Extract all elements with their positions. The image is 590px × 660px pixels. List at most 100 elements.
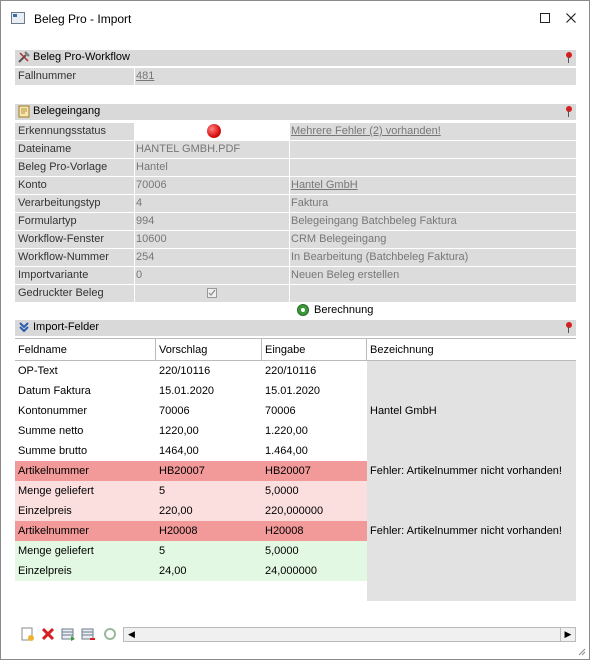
- cell-vorschlag: 70006: [159, 405, 190, 417]
- cell-feldname: Summe netto: [18, 425, 84, 437]
- workflow-section-header[interactable]: Beleg Pro-Workflow: [15, 50, 576, 66]
- cell-eingabe[interactable]: 24,000000: [265, 565, 317, 577]
- beleg-row-value2: Belegeingang Batchbeleg Faktura: [291, 215, 457, 227]
- beleg-row-label: Formulartyp: [18, 215, 77, 227]
- close-button[interactable]: [560, 8, 582, 30]
- gedruckter-beleg-checkbox[interactable]: [207, 288, 217, 298]
- import-window: Beleg Pro - Import Beleg Pro-Workflow Fa…: [0, 0, 590, 660]
- horizontal-scrollbar[interactable]: ◀ ▶: [123, 627, 576, 642]
- cell-eingabe[interactable]: H20008: [265, 525, 304, 537]
- tools-icon: [18, 51, 30, 63]
- beleg-row: Verarbeitungstyp 4 Faktura: [15, 195, 576, 212]
- table-row[interactable]: Einzelpreis 220,00 220,000000: [15, 501, 367, 521]
- title-bar: Beleg Pro - Import: [1, 1, 589, 37]
- fallnummer-link[interactable]: 481: [136, 70, 154, 82]
- belegeingang-section-title: Belegeingang: [33, 105, 101, 117]
- window-title: Beleg Pro - Import: [34, 12, 132, 26]
- collapse-chevron-icon: [19, 322, 29, 333]
- cell-vorschlag: 1464,00: [159, 445, 199, 457]
- import-felder-section-header[interactable]: Import-Felder: [15, 320, 576, 336]
- cell-feldname: Kontonummer: [18, 405, 88, 417]
- cell-eingabe[interactable]: 70006: [265, 405, 296, 417]
- beleg-row-value: 10600: [136, 233, 167, 245]
- pin-icon[interactable]: [564, 106, 572, 117]
- beleg-row: Erkennungsstatus Mehrere Fehler (2) vorha…: [15, 123, 576, 140]
- cell-feldname: Datum Faktura: [18, 385, 91, 397]
- beleg-row: Importvariante 0 Neuen Beleg erstellen: [15, 267, 576, 284]
- cell-feldname: Einzelpreis: [18, 505, 72, 517]
- beleg-row: Konto 70006 Hantel GmbH: [15, 177, 576, 194]
- maximize-icon: [540, 13, 550, 23]
- cell-vorschlag: 220/10116: [159, 365, 211, 377]
- table-row[interactable]: Menge geliefert 5 5,0000: [15, 481, 367, 501]
- beleg-row: Beleg Pro-Vorlage Hantel: [15, 159, 576, 176]
- cell-vorschlag: H20008: [159, 525, 198, 537]
- cell-bezeichnung: Hantel GmbH: [370, 405, 437, 417]
- cell-eingabe[interactable]: 1.464,00: [265, 445, 308, 457]
- calculate-icon: [297, 304, 309, 316]
- bezeichnung-column-bg: [367, 361, 576, 601]
- column-header-bezeichnung[interactable]: Bezeichnung: [370, 344, 434, 356]
- app-icon: [11, 12, 25, 24]
- beleg-row-label: Verarbeitungstyp: [18, 197, 101, 209]
- beleg-row-value: Hantel: [136, 161, 168, 173]
- import-felder-grid: Feldname Vorschlag Eingabe Bezeichnung O…: [15, 338, 576, 601]
- table-row[interactable]: Summe brutto 1464,00 1.464,00: [15, 441, 367, 461]
- table-row[interactable]: Summe netto 1220,00 1.220,00: [15, 421, 367, 441]
- fallnummer-label: Fallnummer: [18, 70, 77, 82]
- cell-vorschlag: 5: [159, 545, 166, 557]
- cell-bezeichnung: Fehler: Artikelnummer nicht vorhanden!: [370, 525, 562, 537]
- column-header-feldname[interactable]: Feldname: [18, 344, 67, 356]
- cell-eingabe[interactable]: 220/10116: [265, 365, 316, 377]
- beleg-row-value: 70006: [136, 179, 167, 191]
- beleg-row-value: 994: [136, 215, 155, 227]
- column-header-eingabe[interactable]: Eingabe: [265, 344, 305, 356]
- table-row[interactable]: Artikelnummer H20008 H20008: [15, 521, 367, 541]
- maximize-button[interactable]: [534, 8, 556, 30]
- cell-feldname: Artikelnummer: [18, 465, 89, 477]
- berechnung-label: Berechnung: [314, 304, 374, 316]
- cell-feldname: Einzelpreis: [18, 565, 72, 577]
- pin-icon[interactable]: [564, 322, 572, 333]
- table-row[interactable]: Menge geliefert 5 5,0000: [15, 541, 367, 561]
- refresh-icon[interactable]: [102, 626, 118, 642]
- table-row[interactable]: Artikelnummer HB20007 HB20007: [15, 461, 367, 481]
- beleg-row-value: HANTEL GMBH.PDF: [136, 143, 241, 155]
- status-error-icon: [207, 124, 221, 138]
- table-row[interactable]: Einzelpreis 24,00 24,000000: [15, 561, 367, 581]
- beleg-row-link[interactable]: Mehrere Fehler (2) vorhanden!: [291, 125, 441, 137]
- cell-vorschlag: 1220,00: [159, 425, 199, 437]
- import-felder-section-title: Import-Felder: [33, 321, 100, 333]
- pin-icon[interactable]: [564, 52, 572, 63]
- beleg-row-link[interactable]: Hantel GmbH: [291, 179, 358, 191]
- beleg-row-label: Konto: [18, 179, 47, 191]
- cell-feldname: Menge geliefert: [18, 545, 94, 557]
- close-icon: [566, 13, 576, 23]
- beleg-row-value: 4: [136, 197, 143, 209]
- new-row-icon[interactable]: [19, 626, 35, 642]
- belegeingang-section-header[interactable]: Belegeingang: [15, 104, 576, 120]
- beleg-row: Workflow-Nummer 254 In Bearbeitung (Batchb…: [15, 249, 576, 266]
- cell-feldname: Menge geliefert: [18, 485, 94, 497]
- cell-eingabe[interactable]: 220,000000: [265, 505, 323, 517]
- beleg-row-value: 0: [136, 269, 143, 281]
- table-row[interactable]: OP-Text 220/10116 220/10116: [15, 361, 367, 381]
- cell-eingabe[interactable]: 5,0000: [265, 485, 299, 497]
- table-row[interactable]: Kontonummer 70006 70006: [15, 401, 367, 421]
- cell-vorschlag: 220,00: [159, 505, 193, 517]
- column-header-vorschlag[interactable]: Vorschlag: [159, 344, 207, 356]
- resize-grip-icon[interactable]: [576, 646, 586, 656]
- beleg-row: Dateiname HANTEL GMBH.PDF: [15, 141, 576, 158]
- insert-row-icon[interactable]: [60, 626, 76, 642]
- scroll-left-icon[interactable]: ◀: [124, 628, 139, 641]
- cell-eingabe[interactable]: 5,0000: [265, 545, 299, 557]
- beleg-row-value2: In Bearbeitung (Batchbeleg Faktura): [291, 251, 469, 263]
- cell-eingabe[interactable]: 15.01.2020: [265, 385, 320, 397]
- cell-feldname: Summe brutto: [18, 445, 88, 457]
- cell-eingabe[interactable]: HB20007: [265, 465, 311, 477]
- remove-row-icon[interactable]: [80, 626, 96, 642]
- delete-icon[interactable]: [40, 626, 56, 642]
- table-row[interactable]: Datum Faktura 15.01.2020 15.01.2020: [15, 381, 367, 401]
- scroll-right-icon[interactable]: ▶: [560, 628, 575, 641]
- cell-eingabe[interactable]: 1.220,00: [265, 425, 308, 437]
